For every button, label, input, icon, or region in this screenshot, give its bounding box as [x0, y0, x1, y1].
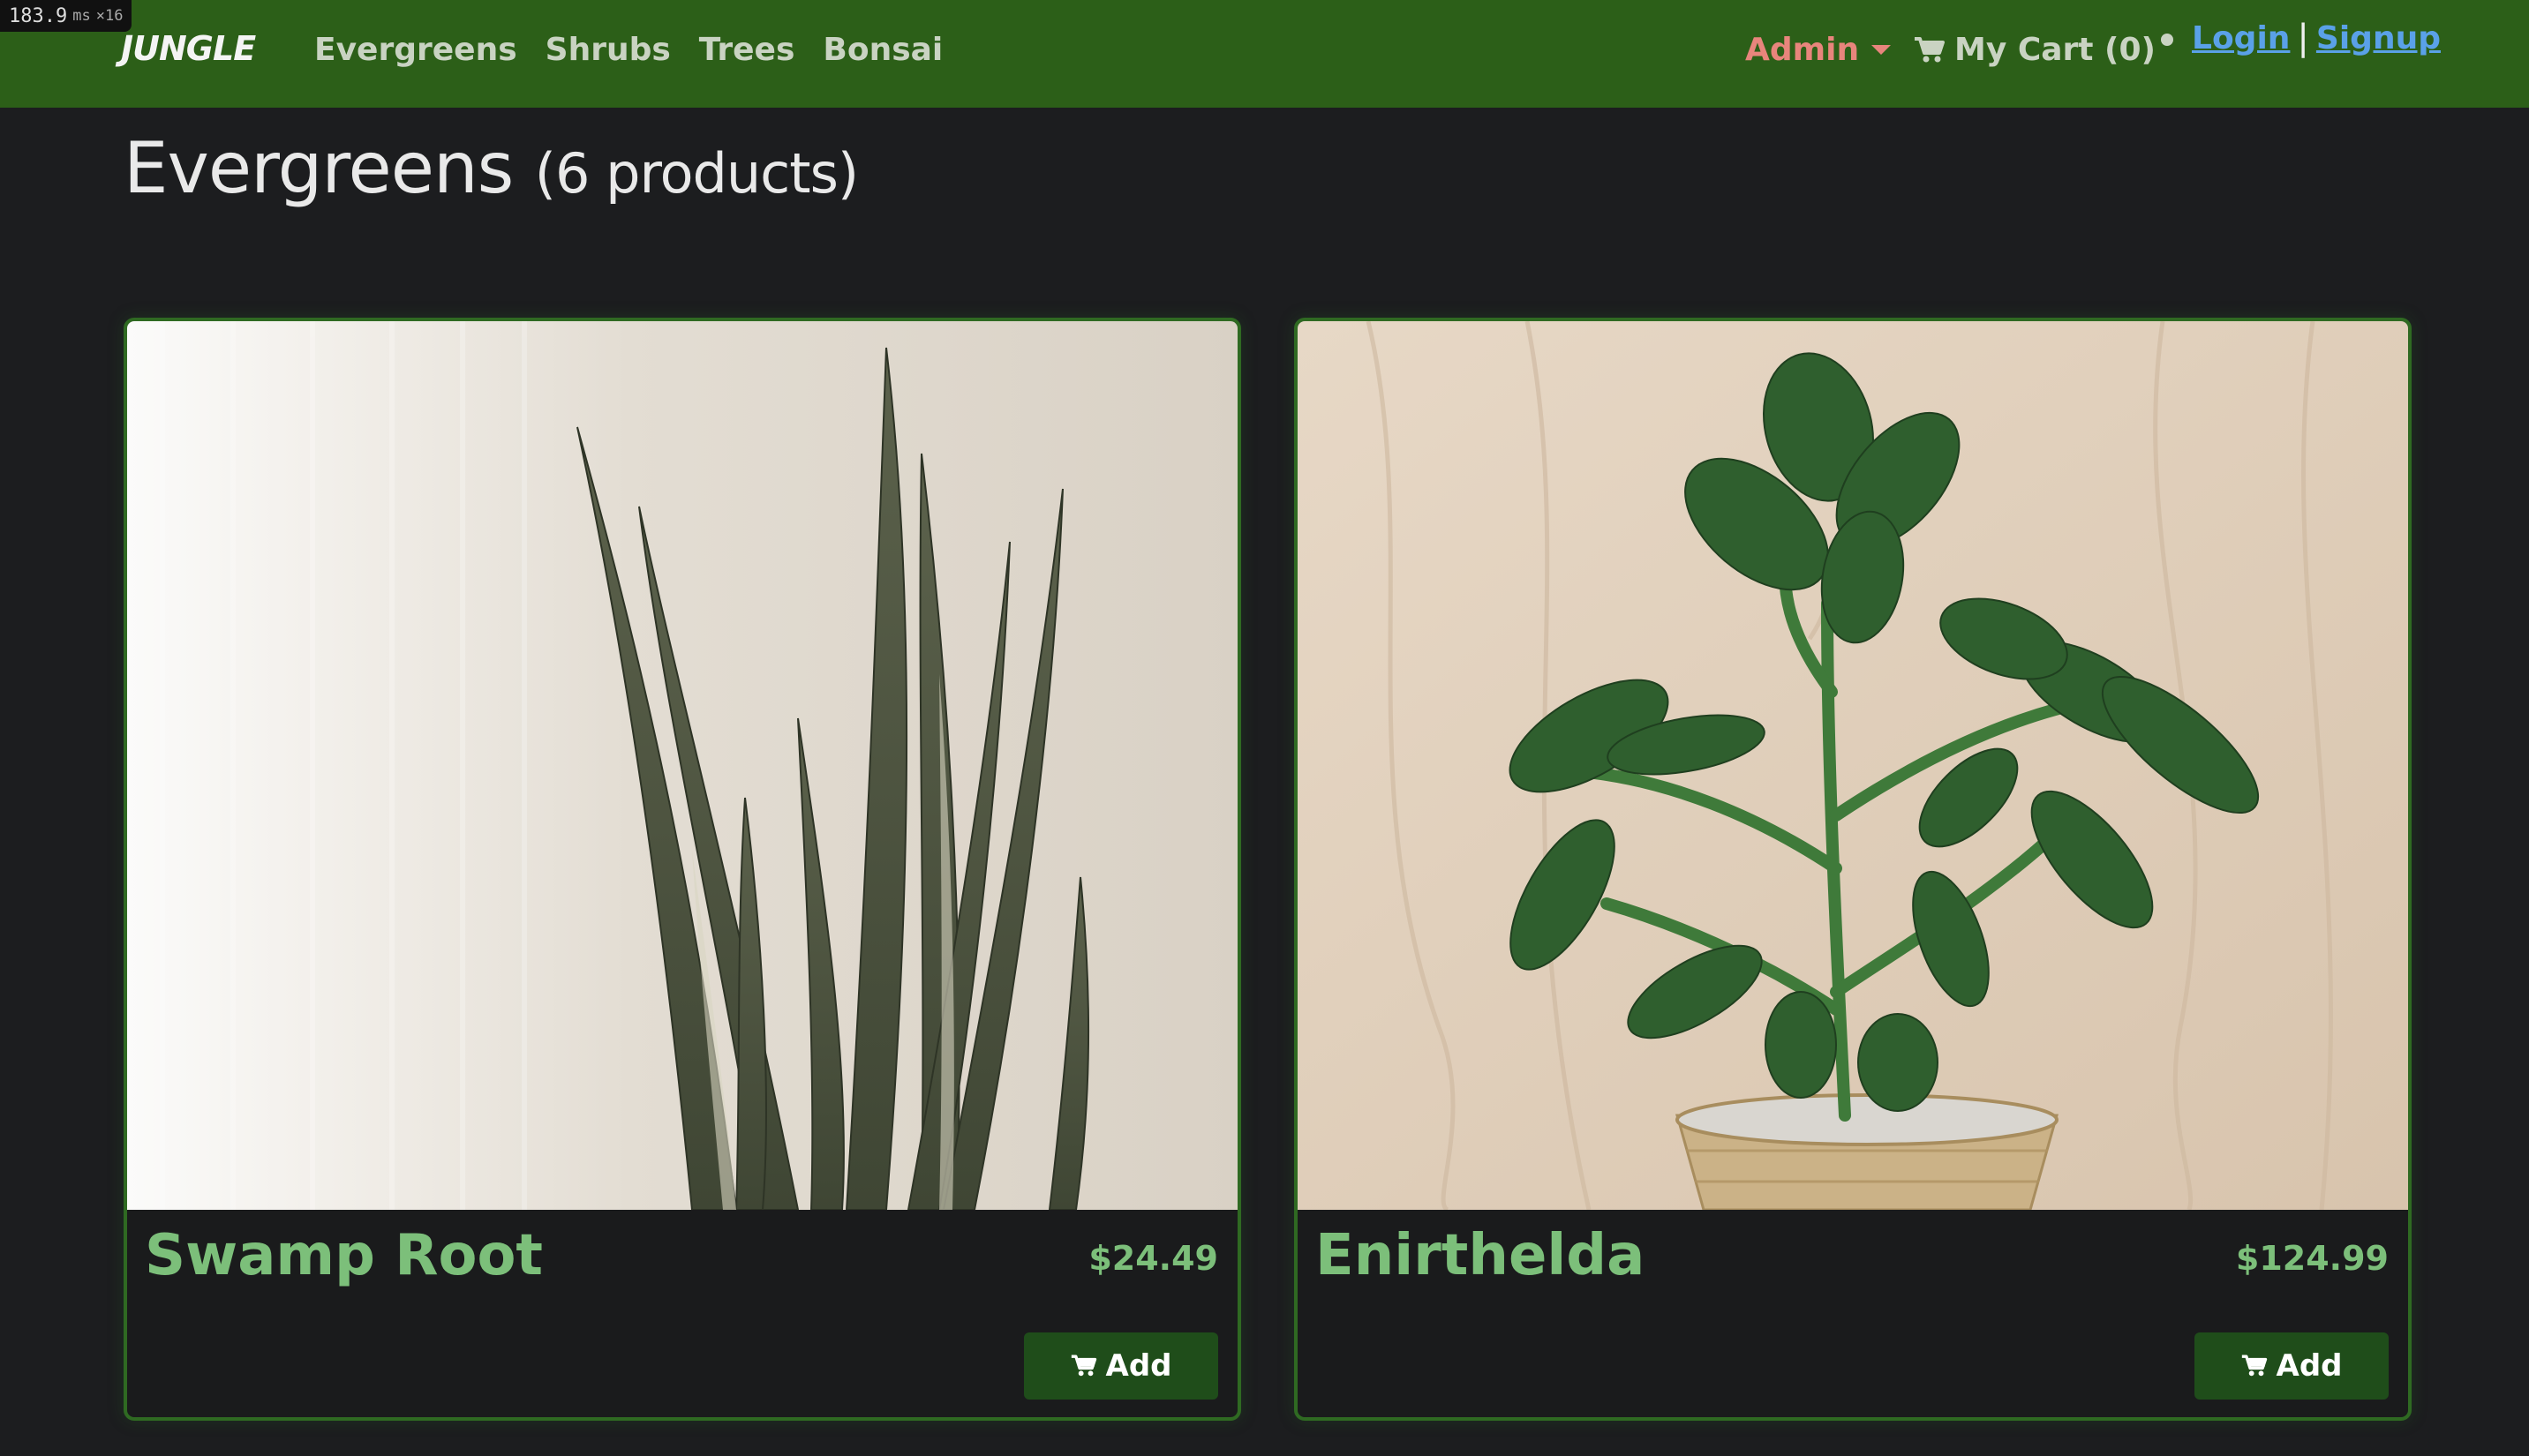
perf-value: 183.9: [9, 4, 68, 27]
product-card[interactable]: Swamp Root $24.49 Add: [124, 318, 1241, 1421]
signup-link[interactable]: Signup: [2316, 20, 2441, 56]
shopping-cart-icon: [2241, 1355, 2267, 1377]
add-button-label: Add: [1105, 1348, 1172, 1384]
perf-unit: ms: [72, 7, 91, 25]
product-count: (6 products): [534, 141, 859, 206]
admin-label: Admin: [1745, 32, 1860, 68]
login-link[interactable]: Login: [2192, 20, 2290, 56]
perf-overlay: 183.9 ms ×16: [0, 0, 132, 32]
product-image-leafy-plant[interactable]: [1298, 321, 2408, 1210]
add-to-cart-button[interactable]: Add: [2194, 1332, 2389, 1400]
shopping-cart-icon: [1071, 1355, 1096, 1377]
add-button-label: Add: [2276, 1348, 2343, 1384]
admin-dropdown[interactable]: Admin: [1745, 32, 1892, 68]
cart-link[interactable]: My Cart (0): [1914, 32, 2156, 68]
nav-link-evergreens[interactable]: Evergreens: [314, 32, 517, 68]
product-price: $124.99: [2235, 1239, 2389, 1278]
caret-down-icon: [1871, 45, 1892, 55]
top-navbar: JUNGLE Evergreens Shrubs Trees Bonsai Ad…: [0, 0, 2529, 108]
brand-logo[interactable]: JUNGLE: [121, 29, 256, 68]
nav-link-trees[interactable]: Trees: [699, 32, 795, 68]
category-title: Evergreens: [124, 127, 514, 209]
product-name[interactable]: Enirthelda: [1315, 1223, 1645, 1288]
list-bullet: [2161, 34, 2173, 46]
category-nav: Evergreens Shrubs Trees Bonsai: [314, 32, 943, 68]
auth-links: Login | Signup: [2192, 18, 2441, 58]
add-to-cart-button[interactable]: Add: [1024, 1332, 1218, 1400]
product-card[interactable]: Enirthelda $124.99 Add: [1294, 318, 2412, 1421]
product-price: $24.49: [1088, 1239, 1218, 1278]
page-title: Evergreens (6 products): [124, 127, 859, 209]
cart-label: My Cart (0): [1954, 32, 2156, 68]
shopping-cart-icon: [1915, 36, 1945, 62]
auth-separator: |: [2297, 18, 2309, 58]
nav-link-bonsai[interactable]: Bonsai: [823, 32, 943, 68]
product-image-snake-plant[interactable]: [127, 321, 1238, 1210]
nav-link-shrubs[interactable]: Shrubs: [546, 32, 671, 68]
perf-multiplier: ×16: [95, 7, 124, 25]
product-name[interactable]: Swamp Root: [145, 1223, 543, 1288]
